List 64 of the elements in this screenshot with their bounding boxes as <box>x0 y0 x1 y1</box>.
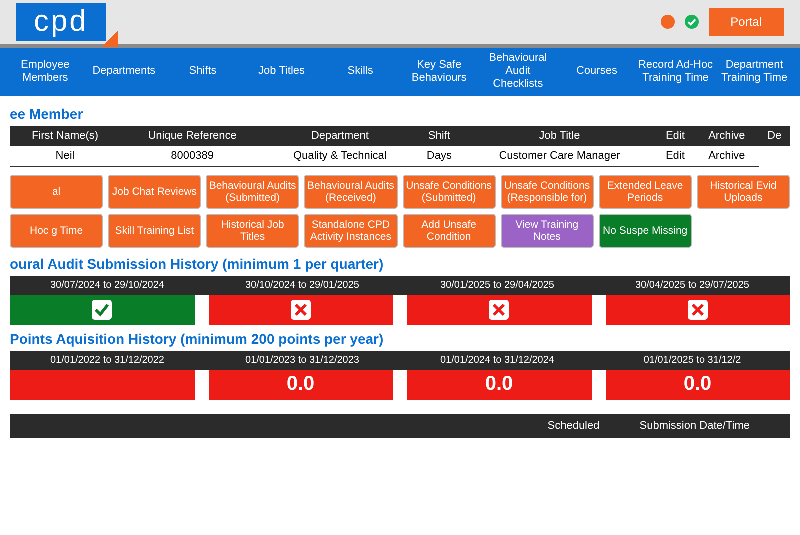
period-label: 01/01/2025 to 31/12/2 <box>642 354 742 366</box>
column-header: De <box>759 126 790 146</box>
cross-icon <box>688 300 708 320</box>
column-header: Job Title <box>463 126 656 146</box>
logo-corner-icon <box>102 31 118 47</box>
period-label: 30/04/2025 to 29/07/2025 <box>634 280 750 291</box>
column-header: Unique Reference <box>120 126 265 146</box>
action-button[interactable]: Skill Training List <box>108 214 202 248</box>
nav-link[interactable]: Department Training Time <box>717 58 792 85</box>
action-button[interactable]: Job Chat Reviews <box>108 174 202 209</box>
column-header: Edit <box>656 126 694 146</box>
column-header: Scheduled <box>548 420 600 432</box>
column-header: Shift <box>416 126 464 146</box>
nav-link[interactable]: Shifts <box>166 65 240 78</box>
action-button[interactable]: Extended Leave Periods <box>598 174 692 209</box>
action-button[interactable]: Add Unsafe Condition <box>402 214 496 248</box>
period-status-cell: 0.0 <box>407 370 592 400</box>
status-dot-icon <box>660 15 675 29</box>
action-button[interactable]: Hoc g Time <box>10 214 104 248</box>
period-label: 30/07/2024 to 29/10/2024 <box>50 280 166 291</box>
table-cell: 8000389 <box>120 146 265 166</box>
period-status-cell: 0.0 <box>208 370 393 400</box>
period-label: 30/10/2024 to 29/01/2025 <box>244 280 360 291</box>
check-icon <box>92 300 112 320</box>
action-button[interactable]: Behavioural Audits (Received) <box>304 174 398 209</box>
nav-link[interactable]: Departments <box>86 65 162 78</box>
nav-link[interactable]: Record Ad-Hoc Training Time <box>638 58 714 85</box>
nav-link[interactable]: Key Safe Behaviours <box>402 58 477 85</box>
action-button[interactable]: No Suspe Missing <box>598 214 692 248</box>
action-button[interactable]: View Training Notes <box>500 214 594 248</box>
period-label: 30/01/2025 to 29/04/2025 <box>440 280 556 291</box>
period-label: 01/01/2022 to 31/12/2022 <box>50 354 166 366</box>
action-button[interactable]: Historical Evid Uploads <box>696 174 790 209</box>
column-header: Archive <box>694 126 760 146</box>
column-header: Submission Date/Time <box>640 420 750 432</box>
column-header: Department <box>264 126 416 146</box>
action-button[interactable]: al <box>10 174 104 209</box>
nav-link[interactable]: Behavioural Audit Checklists <box>480 52 556 92</box>
portal-button[interactable]: Portal <box>708 8 784 36</box>
table-cell: Quality & Technical <box>264 146 416 166</box>
action-button[interactable]: Unsafe Conditions (Submitted) <box>402 174 496 209</box>
table-cell: Archive <box>694 146 760 166</box>
column-header: First Name(s) <box>10 126 120 146</box>
section-heading: Points Aquisition History (minimum 200 points per year) <box>10 330 385 347</box>
section-heading: ee Member <box>10 106 84 122</box>
nav-link[interactable]: Courses <box>560 65 634 78</box>
nav-link[interactable]: Skills <box>323 65 398 78</box>
table-cell: Customer Care Manager <box>463 146 656 166</box>
action-button[interactable]: Historical Job Titles <box>206 214 300 248</box>
section-heading: oural Audit Submission History (minimum 1 per quarter) <box>10 256 385 272</box>
cross-icon <box>489 300 510 320</box>
period-label: 01/01/2024 to 31/12/2024 <box>440 354 556 366</box>
cross-icon <box>290 300 311 320</box>
table-cell: Neil <box>10 146 120 166</box>
action-button[interactable]: Behavioural Audits (Submitted) <box>206 174 300 209</box>
period-label: 01/01/2023 to 31/12/2023 <box>244 354 360 366</box>
action-button[interactable]: Standalone CPD Activity Instances <box>304 214 398 248</box>
action-button[interactable]: Unsafe Conditions (Responsible for) <box>500 174 594 209</box>
nav-link[interactable]: Job Titles <box>244 65 320 78</box>
table-cell: Edit <box>656 146 694 166</box>
period-status-cell: 0.0 <box>606 370 790 400</box>
table-cell: Days <box>416 146 464 166</box>
nav-link[interactable]: Employee Members <box>8 58 83 85</box>
check-circle-icon <box>684 15 699 29</box>
